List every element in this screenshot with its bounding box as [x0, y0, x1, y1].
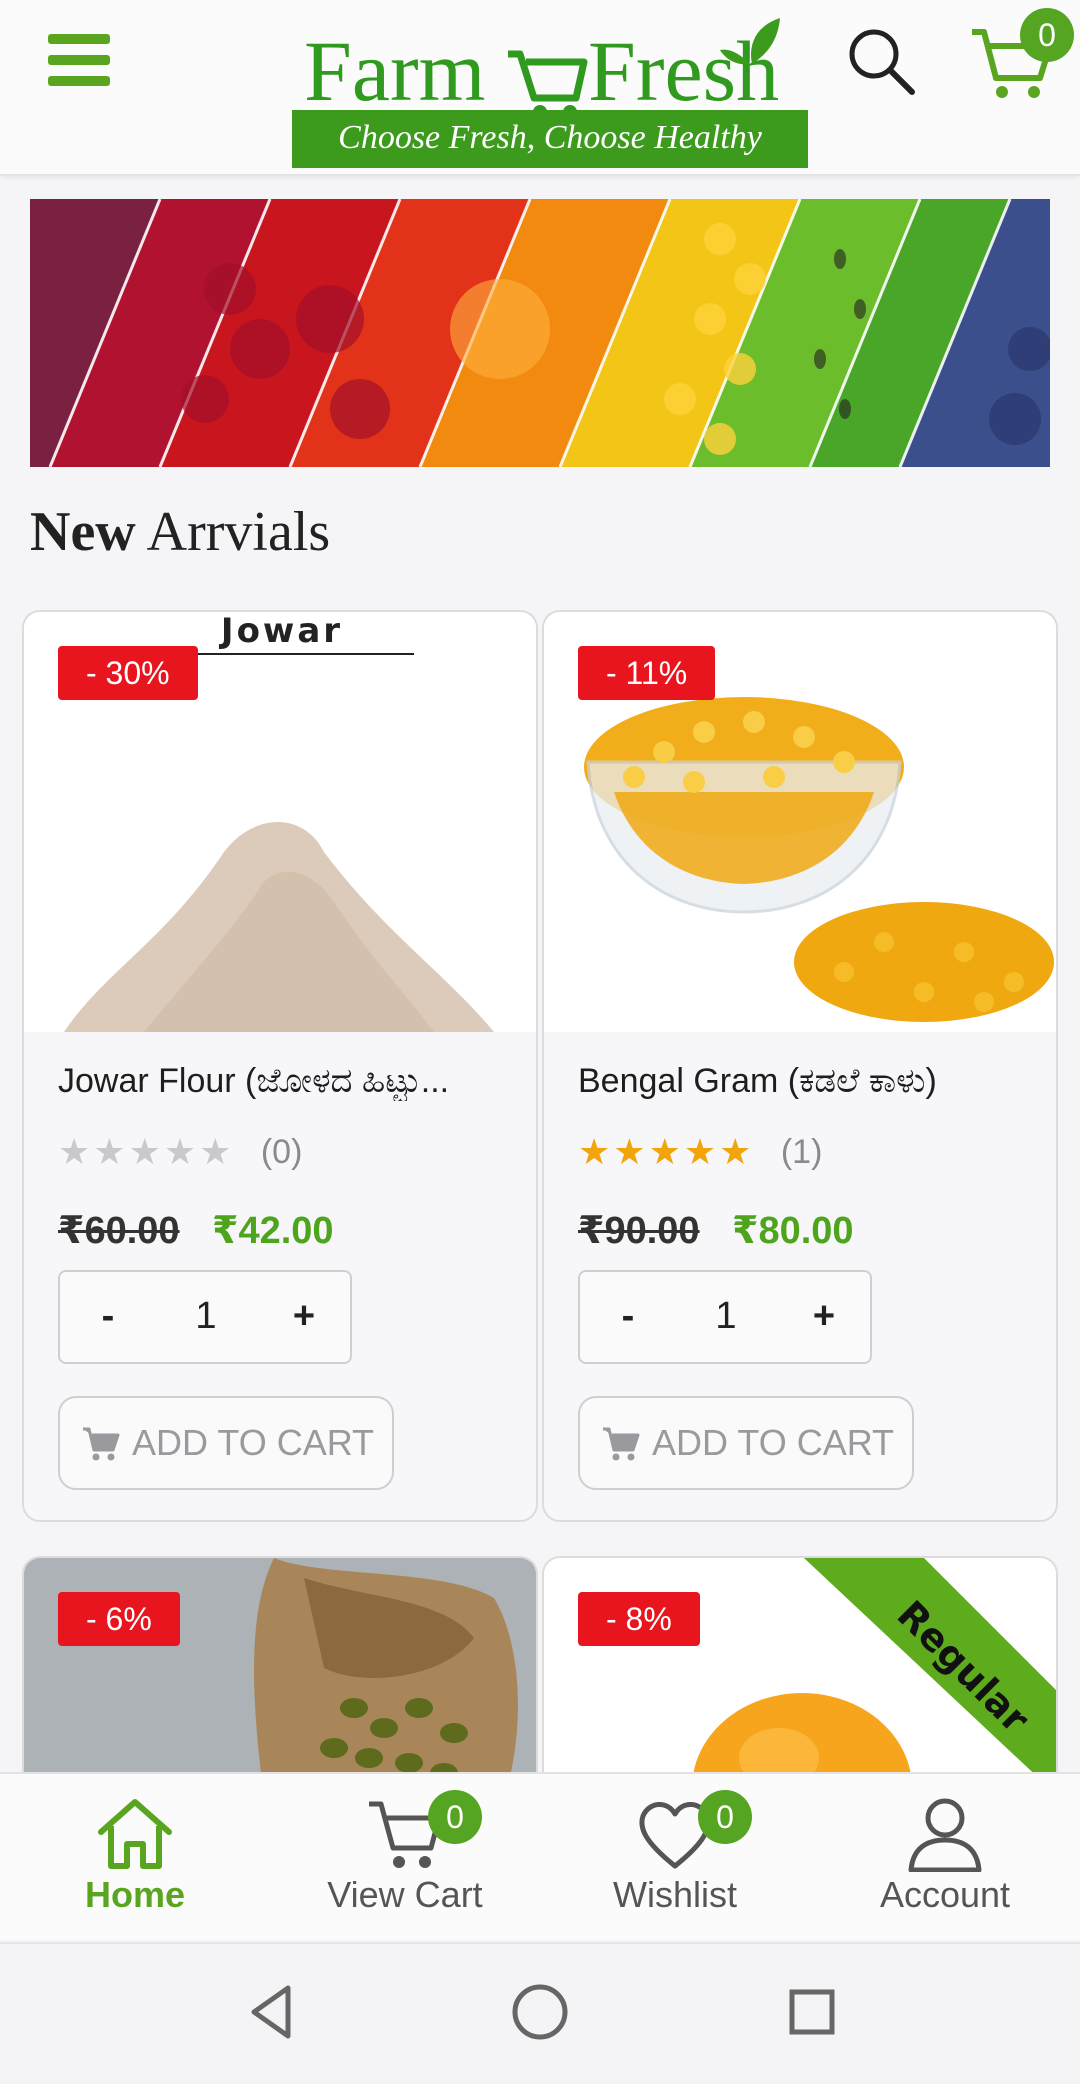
nav-wishlist[interactable]: 0 Wishlist	[540, 1774, 810, 1942]
nav-home-label: Home	[84, 1874, 186, 1915]
star-icon: ★	[163, 1131, 197, 1172]
add-to-cart-button[interactable]: ADD TO CART	[578, 1396, 914, 1490]
new-price: ₹80.00	[732, 1210, 854, 1252]
banner-image	[30, 199, 1050, 467]
product-name[interactable]: Jowar Flour (ಜೋಳದ ಹಿಟ್ಟು...	[58, 1062, 518, 1101]
cart-icon	[603, 1427, 640, 1461]
person-icon	[908, 1798, 982, 1872]
star-icon: ★	[648, 1131, 681, 1172]
fruits-vegetables-banner[interactable]	[30, 199, 1050, 467]
nav-view-cart-label: View Cart	[327, 1874, 483, 1915]
star-icon: ★	[683, 1131, 717, 1172]
app-header: Farm Fresh Choose Fresh, Choose Healthy …	[0, 0, 1080, 176]
logo-tagline: Choose Fresh, Choose Healthy	[292, 110, 808, 168]
search-icon[interactable]	[846, 26, 916, 96]
price-row: ₹90.00 ₹80.00	[578, 1208, 854, 1253]
price-row: ₹60.00 ₹42.00	[58, 1208, 334, 1253]
farm-fresh-logo[interactable]: Farm Fresh Choose Fresh, Choose Healthy	[292, 14, 808, 168]
quantity-increase-button[interactable]: +	[776, 1272, 872, 1362]
product-card[interactable]: Regular - 8%	[542, 1556, 1058, 1796]
system-navigation-bar	[0, 1942, 1080, 2084]
section-title-bold: New	[30, 501, 136, 563]
product-card[interactable]: - 11% Bengal Gram (ಕಡಲೆ ಕಾಳು) ★★★★★ (1) …	[542, 610, 1058, 1522]
product-card[interactable]: - 6%	[22, 1556, 538, 1796]
quantity-value[interactable]: 1	[676, 1272, 776, 1362]
section-title-rest: Arrvials	[146, 501, 331, 563]
rating-count: (0)	[260, 1133, 303, 1171]
star-icon: ★	[93, 1131, 126, 1172]
quantity-decrease-button[interactable]: -	[580, 1272, 676, 1362]
star-icon: ★	[128, 1131, 161, 1172]
star-icon: ★	[199, 1131, 232, 1172]
back-triangle-icon[interactable]	[246, 1982, 296, 2042]
discount-badge: - 8%	[578, 1592, 700, 1646]
star-icon: ★	[719, 1131, 752, 1172]
nav-account[interactable]: Account	[810, 1774, 1080, 1942]
old-price: ₹90.00	[578, 1210, 700, 1252]
quantity-decrease-button[interactable]: -	[60, 1272, 156, 1362]
add-to-cart-label: ADD TO CART	[652, 1422, 895, 1463]
recents-square-icon[interactable]	[784, 1982, 840, 2042]
product-name[interactable]: Bengal Gram (ಕಡಲೆ ಕಾಳು)	[578, 1062, 1038, 1101]
cart-icon	[83, 1427, 120, 1461]
star-icon: ★	[58, 1131, 91, 1172]
discount-badge: - 6%	[58, 1592, 180, 1646]
image-label-jowar: Jowar	[219, 612, 343, 651]
bottom-navigation: Home 0 View Cart 0 Wishlist Account	[0, 1772, 1080, 1940]
logo-leaf-icon	[720, 18, 780, 65]
section-title-new-arrivals: New Arrvials	[30, 500, 330, 564]
quantity-stepper: - 1 +	[578, 1270, 872, 1364]
quantity-value[interactable]: 1	[156, 1272, 256, 1362]
nav-home[interactable]: Home	[0, 1774, 270, 1942]
rating-count: (1)	[780, 1133, 823, 1171]
new-price: ₹42.00	[212, 1210, 334, 1252]
add-to-cart-button[interactable]: ADD TO CART	[58, 1396, 394, 1490]
nav-view-cart[interactable]: 0 View Cart	[270, 1774, 540, 1942]
wishlist-count-badge: 0	[698, 1790, 752, 1844]
home-icon	[98, 1799, 172, 1869]
nav-wishlist-label: Wishlist	[613, 1874, 737, 1915]
discount-badge: - 11%	[578, 646, 716, 700]
rating-stars: ★★★★★ (1)	[578, 1132, 822, 1172]
old-price: ₹60.00	[58, 1210, 180, 1252]
cart-count-badge: 0	[428, 1790, 482, 1844]
star-icon: ★	[578, 1131, 611, 1172]
quantity-increase-button[interactable]: +	[256, 1272, 352, 1362]
cart-count-badge: 0	[1020, 8, 1074, 62]
rating-stars: ★★★★★ (0)	[58, 1132, 302, 1172]
add-to-cart-label: ADD TO CART	[132, 1422, 375, 1463]
star-icon: ★	[613, 1131, 646, 1172]
hamburger-menu-icon[interactable]	[48, 34, 110, 86]
home-circle-icon[interactable]	[510, 1982, 570, 2042]
logo-word-farm: Farm	[304, 23, 486, 119]
discount-badge: - 30%	[58, 646, 198, 700]
product-card[interactable]: Jowar - 30% Jowar Flour (ಜೋಳದ ಹಿಟ್ಟು... …	[22, 610, 538, 1522]
quantity-stepper: - 1 +	[58, 1270, 352, 1364]
nav-account-label: Account	[879, 1874, 1011, 1915]
